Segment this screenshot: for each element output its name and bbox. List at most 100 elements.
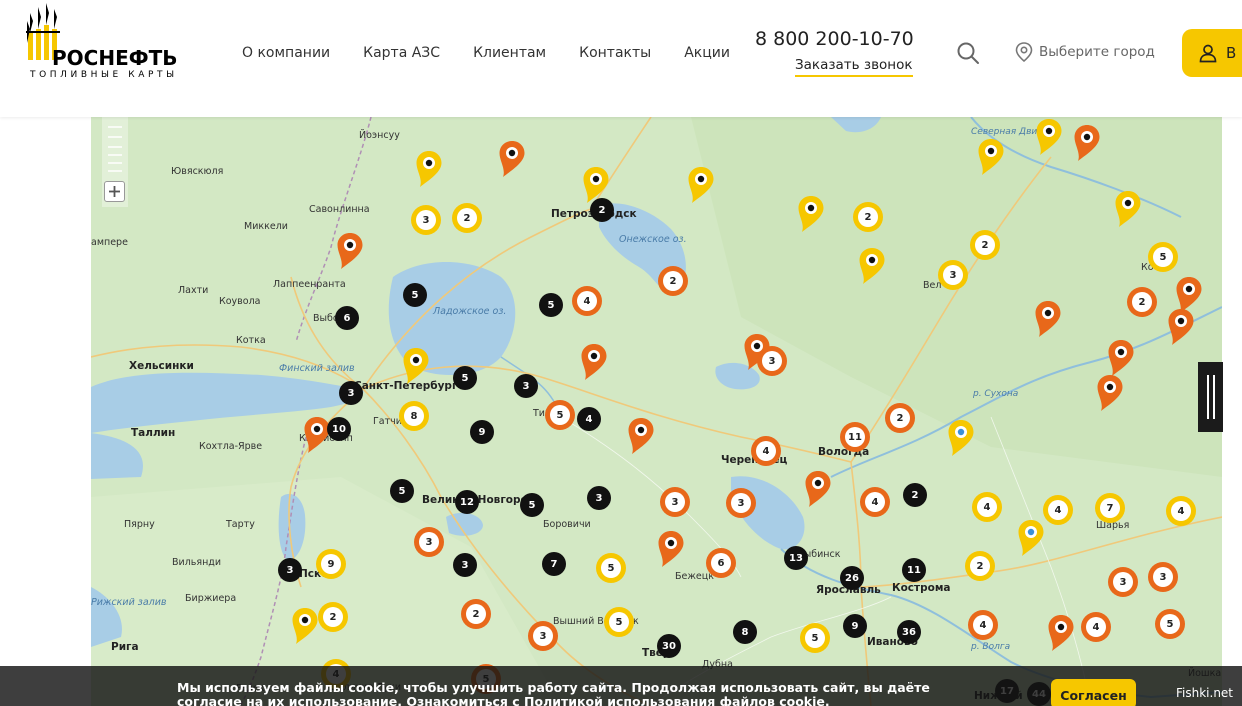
station-cluster[interactable]: 8 [399,401,429,431]
station-cluster[interactable]: 3 [757,346,787,376]
station-cluster[interactable]: 3 [528,621,558,651]
station-cluster[interactable]: 2 [965,551,995,581]
station-cluster[interactable]: 4 [751,436,781,466]
station-cluster[interactable]: 9 [316,549,346,579]
station-cluster[interactable]: 2 [903,483,927,507]
station-cluster[interactable]: 9 [470,420,494,444]
station-cluster[interactable]: 4 [860,487,890,517]
station-pin[interactable] [1034,117,1064,157]
station-cluster[interactable]: 5 [604,607,634,637]
station-pin[interactable] [626,416,656,456]
station-cluster[interactable]: 2 [318,602,348,632]
station-pin[interactable] [335,231,365,271]
station-cluster[interactable]: 5 [520,493,544,517]
login-button[interactable]: В [1182,29,1242,77]
nav-station-map[interactable]: Карта АЗС [363,45,440,61]
station-cluster[interactable]: 4 [1081,612,1111,642]
station-cluster[interactable]: 5 [596,553,626,583]
station-cluster[interactable]: 4 [1166,496,1196,526]
station-cluster[interactable]: 3 [1148,562,1178,592]
station-cluster[interactable]: 4 [572,286,602,316]
station-cluster[interactable]: 5 [390,479,414,503]
station-cluster[interactable]: 2 [970,230,1000,260]
station-pin[interactable] [1095,373,1125,413]
callback-link[interactable]: Заказать звонок [795,57,913,77]
station-cluster[interactable]: 5 [545,400,575,430]
station-cluster[interactable]: 5 [539,293,563,317]
station-cluster[interactable]: 3 [514,374,538,398]
station-pin[interactable] [686,165,716,205]
station-cluster[interactable]: 3 [278,558,302,582]
station-cluster[interactable]: 5 [1155,609,1185,639]
station-cluster[interactable]: 36 [897,620,921,644]
nav-about[interactable]: О компании [242,45,330,61]
station-pin[interactable] [302,415,332,455]
station-cluster[interactable]: 12 [455,490,479,514]
station-pin[interactable] [796,194,826,234]
search-button[interactable] [955,40,981,66]
station-pin[interactable] [1166,307,1196,347]
station-cluster[interactable]: 2 [885,403,915,433]
station-pin[interactable] [656,529,686,569]
nav-promotions[interactable]: Акции [684,45,730,61]
station-pin[interactable] [290,606,320,646]
station-cluster[interactable]: 3 [660,487,690,517]
station-cluster[interactable]: 7 [1095,493,1125,523]
station-pin[interactable] [976,137,1006,177]
station-cluster[interactable]: 5 [1148,242,1178,272]
station-cluster[interactable]: 3 [411,205,441,235]
station-cluster[interactable]: 3 [339,381,363,405]
station-cluster[interactable]: 2 [452,203,482,233]
nav-clients[interactable]: Клиентам [473,45,546,61]
station-cluster[interactable]: 6 [706,548,736,578]
station-cluster[interactable]: 13 [784,546,808,570]
station-pin[interactable] [414,149,444,189]
station-cluster[interactable]: 4 [577,407,601,431]
station-cluster[interactable]: 7 [542,552,566,576]
station-cluster[interactable]: 30 [657,634,681,658]
cookie-accept-button[interactable]: Согласен [1051,679,1136,706]
station-pin[interactable] [946,418,976,458]
station-pin[interactable] [1016,518,1046,558]
station-cluster[interactable]: 4 [972,492,1002,522]
station-cluster[interactable]: 3 [1108,567,1138,597]
nav-contacts[interactable]: Контакты [579,45,651,61]
station-cluster[interactable]: 3 [938,260,968,290]
station-cluster[interactable]: 3 [587,486,611,510]
station-cluster[interactable]: 5 [403,283,427,307]
station-pin[interactable] [579,342,609,382]
station-cluster[interactable]: 2 [853,202,883,232]
phone-number[interactable]: 8 800 200-10-70 [755,28,914,50]
station-cluster[interactable]: 2 [1127,287,1157,317]
station-cluster[interactable]: 2 [658,266,688,296]
station-cluster[interactable]: 5 [453,366,477,390]
station-cluster[interactable]: 9 [843,614,867,638]
station-pin[interactable] [1072,123,1102,163]
station-cluster[interactable]: 11 [840,422,870,452]
station-pin[interactable] [857,246,887,286]
station-pin[interactable] [1113,189,1143,229]
zoom-in-button[interactable] [104,181,125,202]
station-cluster[interactable]: 2 [461,599,491,629]
station-pin[interactable] [803,469,833,509]
rosneft-logo[interactable]: РОСНЕФТЬ ТОПЛИВНЫЕ КАРТЫ [18,3,198,81]
station-cluster[interactable]: 3 [414,527,444,557]
station-cluster[interactable]: 2 [590,198,614,222]
station-pin[interactable] [401,346,431,386]
station-cluster[interactable]: 11 [902,558,926,582]
station-cluster[interactable]: 3 [453,553,477,577]
station-cluster[interactable]: 6 [335,306,359,330]
gas-station-map[interactable]: Йоэнсуу Ювяскюля Савонлинна Миккели ампере Ла… [91,117,1222,706]
station-cluster[interactable]: 4 [1043,495,1073,525]
station-pin[interactable] [1033,299,1063,339]
station-cluster[interactable]: 4 [968,610,998,640]
station-pin[interactable] [1106,338,1136,378]
station-pin[interactable] [497,139,527,179]
city-selector[interactable]: Выберите город [1015,42,1155,62]
station-cluster[interactable]: 5 [800,623,830,653]
side-panel-toggle[interactable] [1198,362,1223,432]
station-cluster[interactable]: 3 [726,488,756,518]
station-pin[interactable] [1046,613,1076,653]
station-cluster[interactable]: 8 [733,620,757,644]
station-cluster[interactable]: 10 [327,417,351,441]
